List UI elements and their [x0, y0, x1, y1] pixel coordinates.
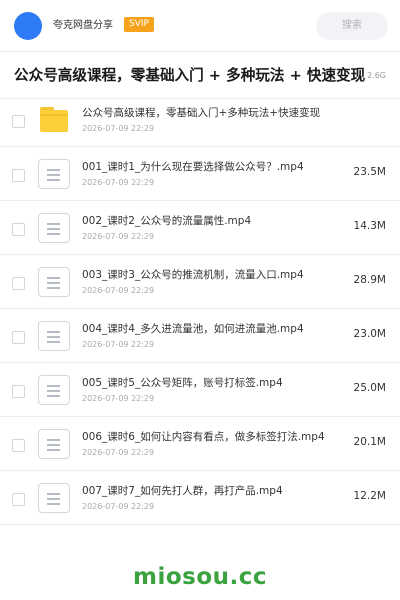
select-checkbox[interactable]	[12, 169, 25, 182]
select-checkbox[interactable]	[12, 277, 25, 290]
page-title: 公众号高级课程，零基础入门 + 多种玩法 + 快速变现	[14, 67, 366, 84]
file-date: 2026-07-09 22:29	[82, 340, 155, 349]
list-item[interactable]: 005_课时5_公众号矩阵，账号打标签.mp4 2026-07-09 22:29…	[0, 363, 400, 417]
file-date: 2026-07-09 22:29	[82, 178, 155, 187]
video-file-icon	[38, 321, 70, 351]
select-checkbox[interactable]	[12, 115, 25, 128]
file-size: 23.5M	[353, 166, 386, 178]
file-date: 2026-07-09 22:29	[82, 448, 155, 457]
folder-total-size: 2.6G	[367, 71, 386, 80]
video-file-icon	[38, 429, 70, 459]
file-date: 2026-07-09 22:29	[82, 124, 155, 133]
file-date: 2026-07-09 22:29	[82, 232, 155, 241]
video-file-icon	[38, 213, 70, 243]
video-file-icon	[38, 267, 70, 297]
select-checkbox[interactable]	[12, 385, 25, 398]
file-size: 14.3M	[353, 220, 386, 232]
file-name: 002_课时2_公众号的流量属性.mp4	[82, 215, 252, 227]
list-item[interactable]: 003_课时3_公众号的推流机制，流量入口.mp4 2026-07-09 22:…	[0, 255, 400, 309]
folder-icon	[38, 105, 70, 135]
file-name: 007_课时7_如何先打人群，再打产品.mp4	[82, 485, 283, 497]
file-name: 006_课时6_如何让内容有看点，做多标签打法.mp4	[82, 431, 325, 443]
list-item[interactable]: 004_课时4_多久进流量池，如何进流量池.mp4 2026-07-09 22:…	[0, 309, 400, 363]
file-size: 23.0M	[353, 328, 386, 340]
file-name: 公众号高级课程，零基础入门+多种玩法+快速变现	[82, 107, 321, 119]
file-date: 2026-07-09 22:29	[82, 394, 155, 403]
select-checkbox[interactable]	[12, 439, 25, 452]
list-item[interactable]: 006_课时6_如何让内容有看点，做多标签打法.mp4 2026-07-09 2…	[0, 417, 400, 471]
video-file-icon	[38, 159, 70, 189]
list-item[interactable]: 007_课时7_如何先打人群，再打产品.mp4 2026-07-09 22:29…	[0, 471, 400, 525]
svip-badge: SVIP	[124, 17, 154, 32]
video-file-icon	[38, 375, 70, 405]
share-header: 夸克网盘分享 SVIP 搜索	[0, 0, 400, 52]
share-owner-name: 夸克网盘分享	[53, 20, 113, 31]
file-size: 28.9M	[353, 274, 386, 286]
list-item[interactable]: 公众号高级课程，零基础入门+多种玩法+快速变现 2026-07-09 22:29	[0, 93, 400, 147]
list-item[interactable]: 002_课时2_公众号的流量属性.mp4 2026-07-09 22:29 14…	[0, 201, 400, 255]
file-name: 001_课时1_为什么现在要选择做公众号？.mp4	[82, 161, 304, 173]
select-checkbox[interactable]	[12, 223, 25, 236]
video-file-icon	[38, 483, 70, 513]
watermark: miosou.cc	[132, 564, 268, 590]
file-date: 2026-07-09 22:29	[82, 502, 155, 511]
file-size: 12.2M	[353, 490, 386, 502]
select-checkbox[interactable]	[12, 493, 25, 506]
file-name: 004_课时4_多久进流量池，如何进流量池.mp4	[82, 323, 304, 335]
list-item[interactable]: 001_课时1_为什么现在要选择做公众号？.mp4 2026-07-09 22:…	[0, 147, 400, 201]
select-checkbox[interactable]	[12, 331, 25, 344]
search-input[interactable]: 搜索	[316, 12, 388, 40]
file-size: 20.1M	[353, 436, 386, 448]
file-name: 005_课时5_公众号矩阵，账号打标签.mp4	[82, 377, 283, 389]
file-size: 25.0M	[353, 382, 386, 394]
avatar[interactable]	[14, 12, 42, 40]
file-name: 003_课时3_公众号的推流机制，流量入口.mp4	[82, 269, 304, 281]
file-date: 2026-07-09 22:29	[82, 286, 155, 295]
